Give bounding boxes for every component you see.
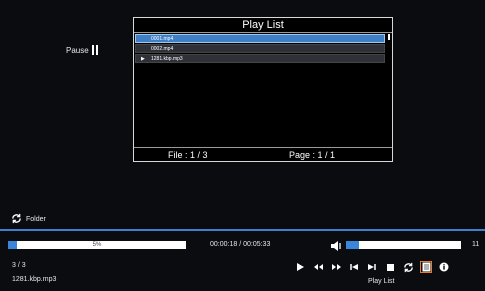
volume-slider[interactable]: [346, 241, 461, 249]
track-count: 3 / 3: [12, 262, 26, 269]
progress-percent: 5%: [92, 242, 102, 248]
playlist-item-name: 1281.kbp.mp3: [151, 56, 183, 62]
volume-icon[interactable]: [330, 239, 344, 251]
stop-icon: [386, 263, 395, 272]
playlist-scrollbar[interactable]: [387, 34, 391, 146]
repeat-icon: [403, 262, 414, 273]
refresh-icon: [11, 213, 22, 226]
info-button[interactable]: [438, 261, 450, 273]
play-button[interactable]: [294, 261, 306, 273]
next-button[interactable]: [366, 261, 378, 273]
pause-label: Pause: [66, 45, 89, 55]
playlist-button[interactable]: [420, 261, 432, 273]
divider: [0, 229, 485, 231]
playback-controls: [294, 261, 450, 273]
info-icon: [439, 262, 449, 272]
rewind-button[interactable]: [312, 261, 324, 273]
previous-icon: [349, 262, 359, 272]
time-display: 00:00:18 / 00:05:33: [210, 241, 271, 248]
rewind-icon: [313, 262, 324, 272]
pause-indicator: Pause: [66, 45, 99, 55]
playlist-item-name: 0001.mp4: [151, 36, 174, 42]
current-file-name: 1281.kbp.mp3: [12, 276, 57, 283]
previous-button[interactable]: [348, 261, 360, 273]
playlist-title: Play List: [134, 18, 392, 33]
file-count: File : 1 / 3: [168, 150, 208, 160]
playlist-panel: Play List 0001.mp4 0002.mp4 ▶ 1281.kbp.m…: [133, 17, 393, 162]
volume-fill: [346, 241, 359, 249]
playlist-footer: File : 1 / 3 Page : 1 / 1: [134, 147, 392, 162]
fast-forward-icon: [331, 262, 342, 272]
playlist-item-name: 0002.mp4: [151, 46, 174, 52]
repeat-button[interactable]: [402, 261, 414, 273]
active-control-label: Play List: [368, 278, 395, 285]
fast-forward-button[interactable]: [330, 261, 342, 273]
playlist-item[interactable]: 0001.mp4: [135, 34, 385, 43]
progress-bar[interactable]: 5%: [8, 241, 186, 249]
play-icon: [295, 262, 305, 272]
folder-label: Folder: [26, 216, 46, 223]
playlist-item[interactable]: 0002.mp4: [135, 44, 385, 53]
playlist-icon: [422, 262, 431, 272]
now-playing-icon: ▶: [141, 56, 145, 62]
pause-icon: [91, 45, 99, 55]
playlist-item[interactable]: ▶ 1281.kbp.mp3: [135, 54, 385, 63]
scrollbar-thumb[interactable]: [388, 34, 390, 40]
page-count: Page : 1 / 1: [289, 150, 336, 160]
volume-value: 11: [472, 241, 480, 248]
next-icon: [367, 262, 377, 272]
folder-button[interactable]: Folder: [11, 213, 46, 226]
stop-button[interactable]: [384, 261, 396, 273]
playlist-list: 0001.mp4 0002.mp4 ▶ 1281.kbp.mp3: [135, 34, 385, 146]
